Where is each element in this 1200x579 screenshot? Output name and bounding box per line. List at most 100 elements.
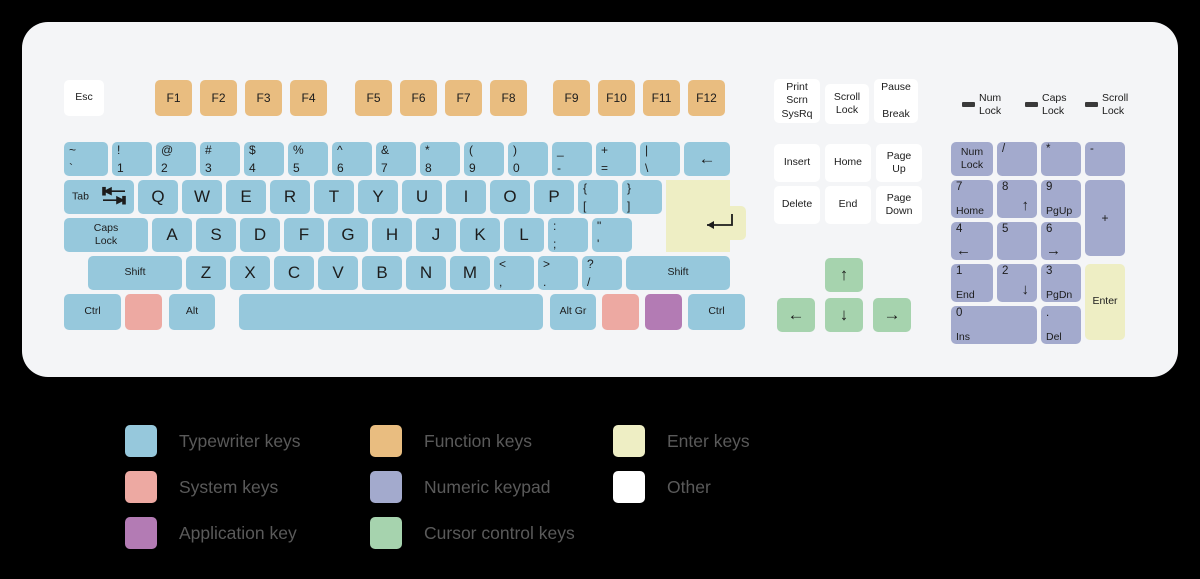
key-home[interactable]: Home: [825, 144, 871, 182]
key-4[interactable]: $ 4: [244, 142, 284, 176]
key-numpad-0[interactable]: 0 Ins: [951, 306, 1037, 344]
key-numpad-6[interactable]: 6 →: [1041, 222, 1081, 260]
key-print-screen[interactable]: Print Scrn SysRq: [774, 79, 820, 123]
key-slash[interactable]: ? /: [582, 256, 622, 290]
key-space[interactable]: [239, 294, 543, 330]
key-arrow-up[interactable]: ↑: [825, 258, 863, 292]
key-f1[interactable]: F1: [155, 80, 192, 116]
key-f10[interactable]: F10: [598, 80, 635, 116]
key-numpad-2[interactable]: 2 ↓: [997, 264, 1037, 302]
key-comma[interactable]: < ,: [494, 256, 534, 290]
key-z[interactable]: Z: [186, 256, 226, 290]
key-c[interactable]: C: [274, 256, 314, 290]
key-numpad-4[interactable]: 4 ←: [951, 222, 993, 260]
key-numpad-5[interactable]: 5: [997, 222, 1037, 260]
key-enter[interactable]: [666, 180, 746, 252]
key-f[interactable]: F: [284, 218, 324, 252]
key-scroll-lock[interactable]: Scroll Lock: [825, 84, 869, 124]
key-1[interactable]: ! 1: [112, 142, 152, 176]
key-k[interactable]: K: [460, 218, 500, 252]
key-arrow-right[interactable]: →: [873, 298, 911, 332]
key-win-right[interactable]: [602, 294, 639, 330]
key-f5[interactable]: F5: [355, 80, 392, 116]
key-bracket-left[interactable]: { [: [578, 180, 618, 214]
key-backslash[interactable]: | \: [640, 142, 680, 176]
key-g[interactable]: G: [328, 218, 368, 252]
key-y[interactable]: Y: [358, 180, 398, 214]
key-alt-gr[interactable]: Alt Gr: [550, 294, 596, 330]
key-semicolon[interactable]: : ;: [548, 218, 588, 252]
key-p[interactable]: P: [534, 180, 574, 214]
key-ctrl-right[interactable]: Ctrl: [688, 294, 745, 330]
key-e[interactable]: E: [226, 180, 266, 214]
key-w[interactable]: W: [182, 180, 222, 214]
key-numpad-9[interactable]: 9 PgUp: [1041, 180, 1081, 218]
key-t[interactable]: T: [314, 180, 354, 214]
key-numpad-enter[interactable]: Enter: [1085, 264, 1125, 340]
key-s[interactable]: S: [196, 218, 236, 252]
key-f4[interactable]: F4: [290, 80, 327, 116]
key-win-left[interactable]: [125, 294, 162, 330]
key-shift-left[interactable]: Shift: [88, 256, 182, 290]
key-alt-left[interactable]: Alt: [169, 294, 215, 330]
key-backtick[interactable]: ~ `: [64, 142, 108, 176]
key-numpad-3[interactable]: 3 PgDn: [1041, 264, 1081, 302]
key-6[interactable]: ^ 6: [332, 142, 372, 176]
key-delete[interactable]: Delete: [774, 186, 820, 224]
key-b[interactable]: B: [362, 256, 402, 290]
key-numpad-decimal[interactable]: . Del: [1041, 306, 1081, 344]
key-numpad-multiply[interactable]: *: [1041, 142, 1081, 176]
key-pause-break[interactable]: Pause Break: [874, 79, 918, 123]
key-5[interactable]: % 5: [288, 142, 328, 176]
key-equal[interactable]: + =: [596, 142, 636, 176]
key-ctrl-left[interactable]: Ctrl: [64, 294, 121, 330]
key-f2[interactable]: F2: [200, 80, 237, 116]
key-n[interactable]: N: [406, 256, 446, 290]
key-2[interactable]: @ 2: [156, 142, 196, 176]
key-7[interactable]: & 7: [376, 142, 416, 176]
key-x[interactable]: X: [230, 256, 270, 290]
key-page-up[interactable]: Page Up: [876, 144, 922, 182]
key-f12[interactable]: F12: [688, 80, 725, 116]
key-f6[interactable]: F6: [400, 80, 437, 116]
key-menu[interactable]: [645, 294, 682, 330]
key-0[interactable]: ) 0: [508, 142, 548, 176]
key-v[interactable]: V: [318, 256, 358, 290]
key-numpad-minus[interactable]: -: [1085, 142, 1125, 176]
key-r[interactable]: R: [270, 180, 310, 214]
key-m[interactable]: M: [450, 256, 490, 290]
key-arrow-down[interactable]: ↓: [825, 298, 863, 332]
key-8[interactable]: * 8: [420, 142, 460, 176]
key-q[interactable]: Q: [138, 180, 178, 214]
key-page-down[interactable]: Page Down: [876, 186, 922, 224]
key-num-lock[interactable]: Num Lock: [951, 142, 993, 176]
key-minus[interactable]: _ -: [552, 142, 592, 176]
key-escape[interactable]: Esc: [64, 80, 104, 116]
key-bracket-right[interactable]: } ]: [622, 180, 662, 214]
key-f3[interactable]: F3: [245, 80, 282, 116]
key-u[interactable]: U: [402, 180, 442, 214]
key-f11[interactable]: F11: [643, 80, 680, 116]
key-tab[interactable]: Tab: [64, 180, 134, 214]
key-quote[interactable]: " ': [592, 218, 632, 252]
key-caps-lock[interactable]: Caps Lock: [64, 218, 148, 252]
key-period[interactable]: > .: [538, 256, 578, 290]
key-l[interactable]: L: [504, 218, 544, 252]
key-i[interactable]: I: [446, 180, 486, 214]
key-numpad-1[interactable]: 1 End: [951, 264, 993, 302]
key-j[interactable]: J: [416, 218, 456, 252]
key-f9[interactable]: F9: [553, 80, 590, 116]
key-a[interactable]: A: [152, 218, 192, 252]
key-shift-right[interactable]: Shift: [626, 256, 730, 290]
key-numpad-divide[interactable]: /: [997, 142, 1037, 176]
key-numpad-8[interactable]: 8 ↑: [997, 180, 1037, 218]
key-backspace[interactable]: ←: [684, 142, 730, 176]
key-numpad-plus[interactable]: +: [1085, 180, 1125, 256]
key-o[interactable]: O: [490, 180, 530, 214]
key-d[interactable]: D: [240, 218, 280, 252]
key-h[interactable]: H: [372, 218, 412, 252]
key-f7[interactable]: F7: [445, 80, 482, 116]
key-numpad-7[interactable]: 7 Home: [951, 180, 993, 218]
key-arrow-left[interactable]: ←: [777, 298, 815, 332]
key-3[interactable]: # 3: [200, 142, 240, 176]
